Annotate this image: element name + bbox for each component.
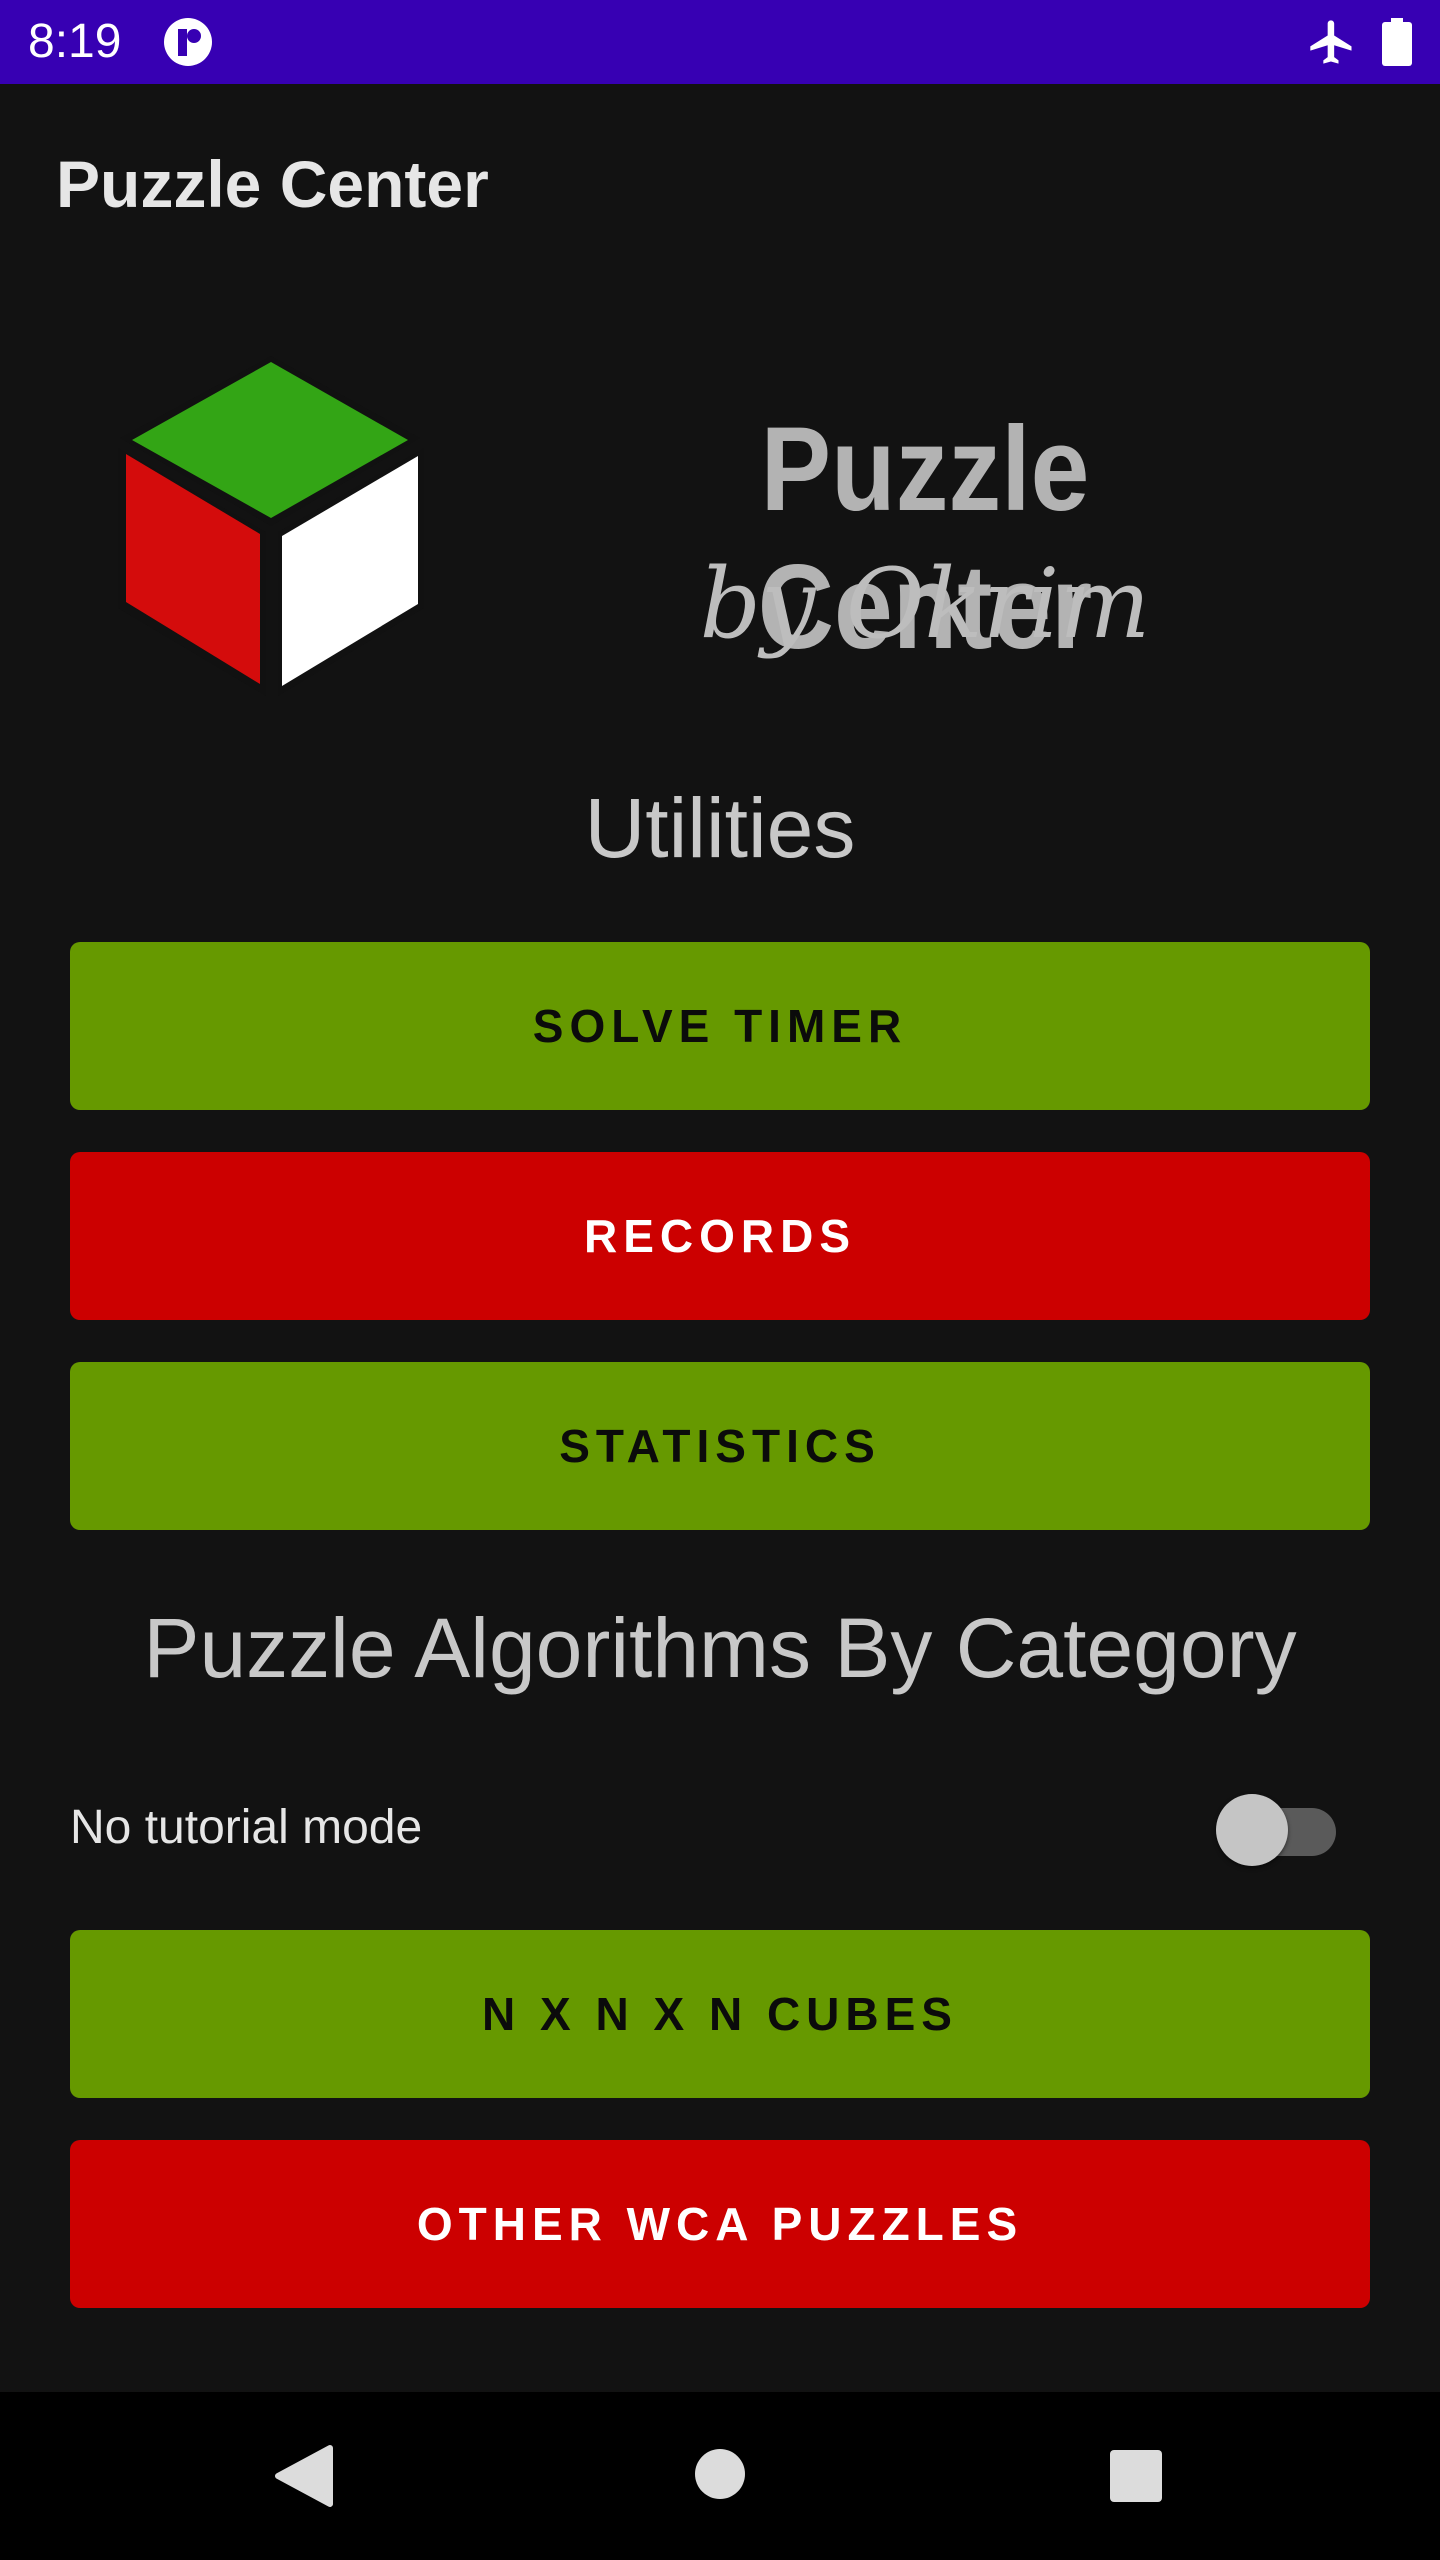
status-time: 8:19 (28, 15, 122, 68)
tutorial-mode-switch[interactable] (1216, 1790, 1336, 1866)
app-bar-title: Puzzle Center (56, 147, 489, 221)
other-wca-puzzles-button[interactable]: OTHER WCA PUZZLES (70, 2140, 1370, 2308)
recents-icon[interactable] (1108, 2448, 1164, 2504)
statistics-button[interactable]: STATISTICS (70, 1362, 1370, 1530)
back-icon[interactable] (272, 2444, 334, 2508)
nxnxn-cubes-button[interactable]: N X N X N CUBES (70, 1930, 1370, 2098)
solve-timer-button[interactable]: SOLVE TIMER (70, 942, 1370, 1110)
home-icon[interactable] (694, 2448, 746, 2500)
logo-subtitle: by Okrim (699, 548, 1151, 660)
records-button[interactable]: RECORDS (70, 1152, 1370, 1320)
cube-logo-icon (118, 356, 424, 696)
battery-icon (1382, 18, 1412, 66)
switch-thumb (1216, 1794, 1288, 1866)
tutorial-mode-row: No tutorial mode (70, 1786, 1370, 1866)
app-bar: Puzzle Center (0, 84, 1440, 284)
tutorial-mode-label: No tutorial mode (70, 1801, 423, 1854)
status-bar: 8:19 (0, 0, 1440, 84)
utilities-heading: Utilities (584, 781, 856, 875)
airplane-mode-icon (1310, 20, 1352, 64)
navigation-bar (0, 2392, 1440, 2560)
app-notification-icon (164, 18, 212, 66)
algorithms-heading: Puzzle Algorithms By Category (143, 1601, 1297, 1695)
